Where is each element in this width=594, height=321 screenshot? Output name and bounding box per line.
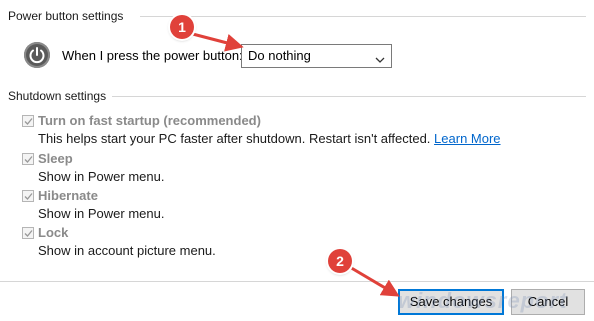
annotation-arrow-1 <box>184 30 244 52</box>
annotation-marker-1: 1 <box>170 15 194 39</box>
annotation-arrows <box>184 30 400 297</box>
annotation-arrow-2 <box>347 264 400 297</box>
annotation-marker-2: 2 <box>328 249 352 273</box>
